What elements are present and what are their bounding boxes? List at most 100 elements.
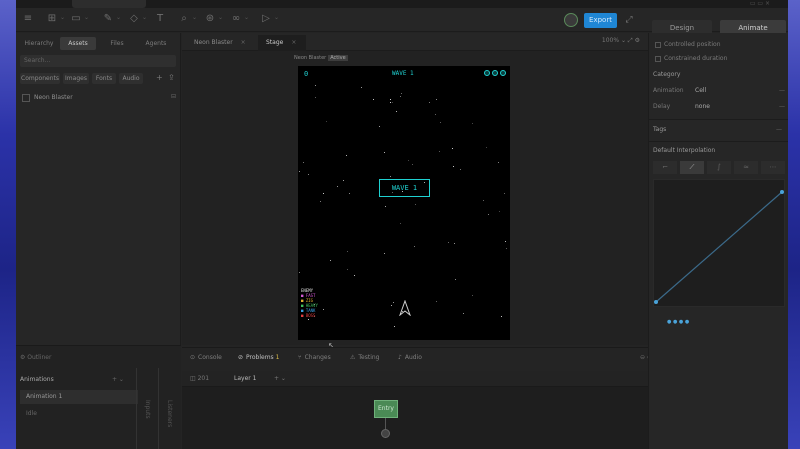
star bbox=[396, 111, 397, 112]
outliner-header[interactable]: ⚙ Outliner bbox=[20, 354, 51, 361]
star bbox=[391, 305, 392, 306]
tab-label: Audio bbox=[404, 354, 422, 361]
divider bbox=[649, 141, 788, 142]
entry-node[interactable]: Entry bbox=[374, 400, 398, 418]
close-icon[interactable]: × bbox=[241, 39, 246, 46]
chevron-down-icon[interactable]: ⌄ bbox=[60, 14, 65, 21]
property-value[interactable]: none bbox=[695, 103, 710, 110]
chevron-down-icon[interactable]: ⌄ bbox=[84, 14, 89, 21]
layer-tab[interactable]: ◫ 201 bbox=[190, 375, 209, 382]
listeners-tab[interactable]: Listeners bbox=[166, 400, 173, 427]
star bbox=[323, 193, 324, 194]
chevron-down-icon[interactable]: ⌄ bbox=[192, 14, 197, 21]
component-icon[interactable]: ⊛ bbox=[204, 13, 216, 25]
tab-stage[interactable]: Stage × bbox=[258, 35, 306, 51]
left-panel: Hierarchy Assets Files Agents Search... … bbox=[16, 33, 181, 345]
animations-title: Animations bbox=[20, 376, 54, 383]
checkbox-label: Controlled position bbox=[664, 41, 721, 48]
state-machine-graph[interactable]: ◫ 201 Layer 1 + ⌄ Entry bbox=[182, 371, 656, 449]
inputs-tab[interactable]: Inputs bbox=[144, 400, 151, 419]
star bbox=[394, 326, 395, 327]
chevron-down-icon[interactable]: ⌄ bbox=[116, 14, 121, 21]
folder-icon bbox=[22, 94, 30, 102]
branch-icon: ⑂ bbox=[298, 354, 302, 361]
tab-files[interactable]: Files bbox=[100, 37, 134, 50]
tab-testing[interactable]: ⚠ Testing bbox=[350, 354, 379, 361]
right-panel: Controlled position Constrained duration… bbox=[648, 33, 788, 449]
stage-title: Neon Blaster bbox=[294, 55, 327, 61]
zoom-controls[interactable]: 100% ⌄ ⤢ ⚙ bbox=[602, 37, 640, 45]
divider bbox=[158, 368, 159, 449]
more-icon[interactable]: ⊟ bbox=[171, 93, 176, 100]
tab-changes[interactable]: ⑂ Changes bbox=[298, 354, 331, 361]
export-button[interactable]: Export bbox=[584, 13, 617, 28]
star bbox=[347, 251, 348, 252]
text-tool-icon[interactable]: T bbox=[154, 13, 166, 25]
editor-tabs: Neon Blaster × Stage × 100% ⌄ ⤢ ⚙ bbox=[182, 33, 648, 51]
expand-icon[interactable]: ⤢ bbox=[622, 13, 636, 27]
tab-agents[interactable]: Agents bbox=[138, 37, 174, 50]
asset-item-label: Neon Blaster bbox=[34, 94, 73, 101]
asset-search-input[interactable]: Search... bbox=[20, 55, 176, 67]
add-layer-icon[interactable]: + ⌄ bbox=[274, 375, 286, 382]
tab-assets[interactable]: Assets bbox=[60, 37, 96, 50]
tab-audio[interactable]: ♪ Audio bbox=[398, 354, 422, 361]
hold-icon[interactable]: ⌐ bbox=[653, 161, 677, 174]
cubic-icon[interactable]: ∫ bbox=[707, 161, 731, 174]
state-node[interactable] bbox=[381, 429, 390, 438]
legend-entry: ■ BOSS bbox=[301, 313, 316, 318]
problems-count-badge: 1 bbox=[275, 354, 280, 361]
filter-components[interactable]: Components bbox=[20, 73, 60, 84]
search-icon[interactable]: ⌕ bbox=[178, 13, 190, 25]
filter-images[interactable]: Images bbox=[63, 73, 89, 84]
tab-problems[interactable]: ⊘ Problems 1 bbox=[238, 354, 279, 361]
asset-item[interactable]: Neon Blaster ⊟ bbox=[22, 93, 176, 104]
add-icon[interactable]: + bbox=[156, 73, 163, 82]
play-icon[interactable]: ▷ bbox=[260, 13, 272, 25]
import-icon[interactable]: ⇪ bbox=[168, 73, 175, 82]
animation-list-item[interactable]: Animation 1 bbox=[20, 390, 138, 404]
window-controls[interactable]: ▭ ▭ × bbox=[750, 0, 770, 7]
shape-icon[interactable]: ◇ bbox=[128, 13, 140, 25]
checkbox-controlled-position[interactable]: Controlled position bbox=[655, 41, 721, 48]
close-icon[interactable]: × bbox=[291, 39, 296, 46]
menu-icon[interactable]: ≡ bbox=[22, 13, 34, 25]
star bbox=[439, 151, 440, 152]
layer-tab-active[interactable]: Layer 1 bbox=[234, 375, 256, 382]
star bbox=[390, 102, 391, 103]
reset-icon[interactable]: — bbox=[779, 87, 785, 94]
star bbox=[448, 242, 449, 243]
interpolation-curve-editor[interactable] bbox=[653, 179, 785, 307]
star bbox=[326, 121, 327, 122]
chevron-down-icon[interactable]: ⌄ bbox=[218, 14, 223, 21]
property-value[interactable]: Cell bbox=[695, 87, 706, 94]
tab-console[interactable]: ⊙ Console bbox=[190, 354, 222, 361]
link-icon[interactable]: ∞ bbox=[230, 13, 242, 25]
avatar[interactable] bbox=[564, 13, 578, 27]
tab-neon-blaster[interactable]: Neon Blaster × bbox=[186, 35, 248, 51]
pen-icon[interactable]: ✎ bbox=[102, 13, 114, 25]
state-machine-panel: ⚙ Outliner Animations + ⌄ Animation 1 Id… bbox=[16, 345, 181, 449]
property-row[interactable]: Delay none — bbox=[653, 103, 785, 110]
grid-icon[interactable]: ⊞ bbox=[46, 13, 58, 25]
frame-icon[interactable]: ▭ bbox=[70, 13, 82, 25]
filter-fonts[interactable]: Fonts bbox=[92, 73, 116, 84]
animation-list-item[interactable]: Idle bbox=[26, 410, 37, 417]
add-icon[interactable]: + ⌄ bbox=[112, 376, 124, 383]
elastic-icon[interactable]: ≈ bbox=[734, 161, 758, 174]
star bbox=[440, 122, 441, 123]
add-tag-icon[interactable]: — bbox=[776, 126, 782, 133]
tab-hierarchy[interactable]: Hierarchy bbox=[20, 37, 58, 50]
chevron-down-icon[interactable]: ⌄ bbox=[274, 14, 279, 21]
filter-audio[interactable]: Audio bbox=[119, 73, 143, 84]
property-row[interactable]: Animation Cell — bbox=[653, 87, 785, 94]
document-tab[interactable] bbox=[72, 0, 146, 8]
star bbox=[390, 99, 391, 100]
game-canvas[interactable]: 0 WAVE 1 WAVE 1 ENEMY ■ FAST ■ ZIG ■ HEAVY ■… bbox=[298, 66, 510, 340]
chevron-down-icon[interactable]: ⌄ bbox=[244, 14, 249, 21]
checkbox-constrained-duration[interactable]: Constrained duration bbox=[655, 55, 727, 62]
custom-icon[interactable]: ⋯ bbox=[761, 161, 785, 174]
linear-icon[interactable]: ⟋ bbox=[680, 161, 704, 174]
chevron-down-icon[interactable]: ⌄ bbox=[142, 14, 147, 21]
reset-icon[interactable]: — bbox=[779, 103, 785, 110]
